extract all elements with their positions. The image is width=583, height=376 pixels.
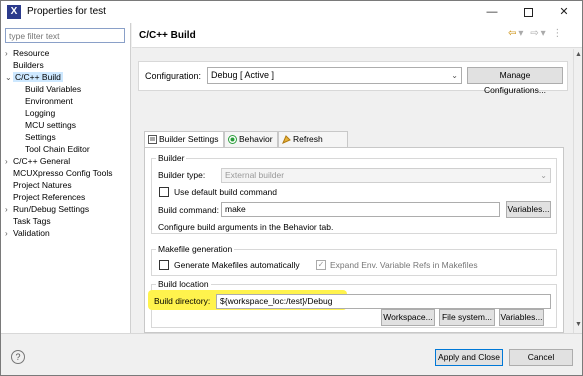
file-system-button[interactable]: File system... [439,309,495,326]
tree-item-task-tags[interactable]: Task Tags [5,215,51,227]
help-icon[interactable]: ? [11,350,25,364]
tab-builder-settings[interactable]: Builder Settings [144,131,224,148]
behavior-icon [228,135,237,144]
filter-input[interactable] [5,28,125,43]
configuration-row: Configuration: Debug [ Active ] ⌄ Manage … [138,61,568,95]
builder-type-select: External builder ⌄ [221,168,551,183]
tree-item-environment[interactable]: Environment [25,95,73,107]
chevron-down-icon: ⌄ [540,171,547,180]
makefile-group-title: Makefile generation [156,244,235,254]
manage-configurations-button[interactable]: Manage Configurations... [467,67,563,95]
expand-env-vars-checkbox: ✓ [316,260,326,270]
window-title: Properties for test [27,6,106,17]
build-location-group-title: Build location [156,279,211,289]
makefile-group: Makefile generation Generate Makefiles a… [151,244,557,276]
tree-item-logging[interactable]: Logging [25,107,55,119]
builder-settings-panel: Builder Builder type: External builder ⌄ … [144,147,564,333]
forward-arrow-icon[interactable]: ⇨ [530,28,540,39]
app-icon: X [7,5,21,19]
page-navigation: ⇦▾ ⇨▾ ⋮ [508,28,564,39]
dialog-footer: ? Apply and Close Cancel [1,333,582,375]
tree-item-builders[interactable]: Builders [5,59,44,71]
expand-env-vars-label: Expand Env. Variable Refs in Makefiles [330,260,478,270]
use-default-build-command-checkbox[interactable] [159,187,169,197]
builder-group: Builder Builder type: External builder ⌄ … [151,153,557,234]
page-content: Configuration: Debug [ Active ] ⌄ Manage … [132,49,573,333]
tree-item-tool-chain-editor[interactable]: Tool Chain Editor [25,143,90,155]
tab-behavior[interactable]: Behavior [224,131,278,147]
tree-item-settings[interactable]: Settings [25,131,56,143]
location-variables-button[interactable]: Variables... [499,309,544,326]
build-command-label: Build command: [158,205,219,215]
refresh-policy-icon [282,135,291,144]
maximize-button[interactable] [510,1,546,23]
minimize-button[interactable]: — [474,1,510,23]
tree-item-cc-general[interactable]: › C/C++ General [5,155,70,167]
builder-settings-icon [148,135,157,144]
close-button[interactable]: ✕ [546,1,582,23]
more-options-icon[interactable]: ⋮ [552,28,564,39]
back-arrow-icon[interactable]: ⇦ [508,28,518,39]
vertical-scrollbar[interactable]: ▲ ▼ [573,49,582,333]
build-command-input[interactable]: make [221,202,500,217]
properties-dialog: X Properties for test — ✕ ›Resource Buil… [0,0,583,376]
title-bar: X Properties for test — ✕ [1,1,582,23]
page-title: C/C++ Build [139,30,196,41]
builder-variables-button[interactable]: Variables... [506,201,551,218]
navigation-panel: ›Resource Builders ⌄C/C++ Build Build Va… [1,23,131,333]
cancel-button[interactable]: Cancel [509,349,573,366]
property-page: C/C++ Build ⇦▾ ⇨▾ ⋮ Configuration: Debug… [132,23,582,333]
collapse-icon[interactable]: ⌄ [5,72,13,84]
build-directory-label: Build directory: [154,296,211,306]
workspace-button[interactable]: Workspace... [381,309,435,326]
tree-item-build-variables[interactable]: Build Variables [25,83,81,95]
generate-makefiles-label: Generate Makefiles automatically [174,260,300,270]
builder-type-label: Builder type: [158,170,206,180]
tree-item-project-natures[interactable]: Project Natures [5,179,72,191]
tab-refresh-policy[interactable]: Refresh Policy [278,131,348,159]
scroll-down-icon[interactable]: ▼ [574,321,583,328]
page-header: C/C++ Build ⇦▾ ⇨▾ ⋮ [132,23,582,48]
build-location-group: Build location Build directory: ${worksp… [148,279,557,328]
chevron-down-icon: ⌄ [451,71,458,80]
tree-item-project-references[interactable]: Project References [5,191,85,203]
maximize-icon [523,7,533,17]
apply-and-close-button[interactable]: Apply and Close [435,349,503,366]
back-menu-icon[interactable]: ▾ [518,28,525,39]
tree-item-cc-build[interactable]: ⌄ C/C++ Build [5,71,63,83]
tree-item-run-debug-settings[interactable]: › Run/Debug Settings [5,203,89,215]
forward-menu-icon[interactable]: ▾ [541,28,548,39]
build-directory-input[interactable]: ${workspace_loc:/test}/Debug [216,294,551,309]
builder-group-title: Builder [156,153,187,163]
builder-hint: Configure build arguments in the Behavio… [158,222,334,232]
expand-icon[interactable]: › [5,228,13,240]
tree-item-resource[interactable]: › Resource [5,47,49,59]
scroll-up-icon[interactable]: ▲ [574,51,583,58]
configuration-select[interactable]: Debug [ Active ] ⌄ [207,67,462,84]
configuration-label: Configuration: [145,71,202,81]
use-default-build-command-label: Use default build command [174,187,278,197]
generate-makefiles-checkbox[interactable] [159,260,169,270]
tree-item-mcuxpresso-config-tools[interactable]: MCUXpresso Config Tools [5,167,113,179]
tree-item-validation[interactable]: › Validation [5,227,50,239]
tree-item-mcu-settings[interactable]: MCU settings [25,119,76,131]
